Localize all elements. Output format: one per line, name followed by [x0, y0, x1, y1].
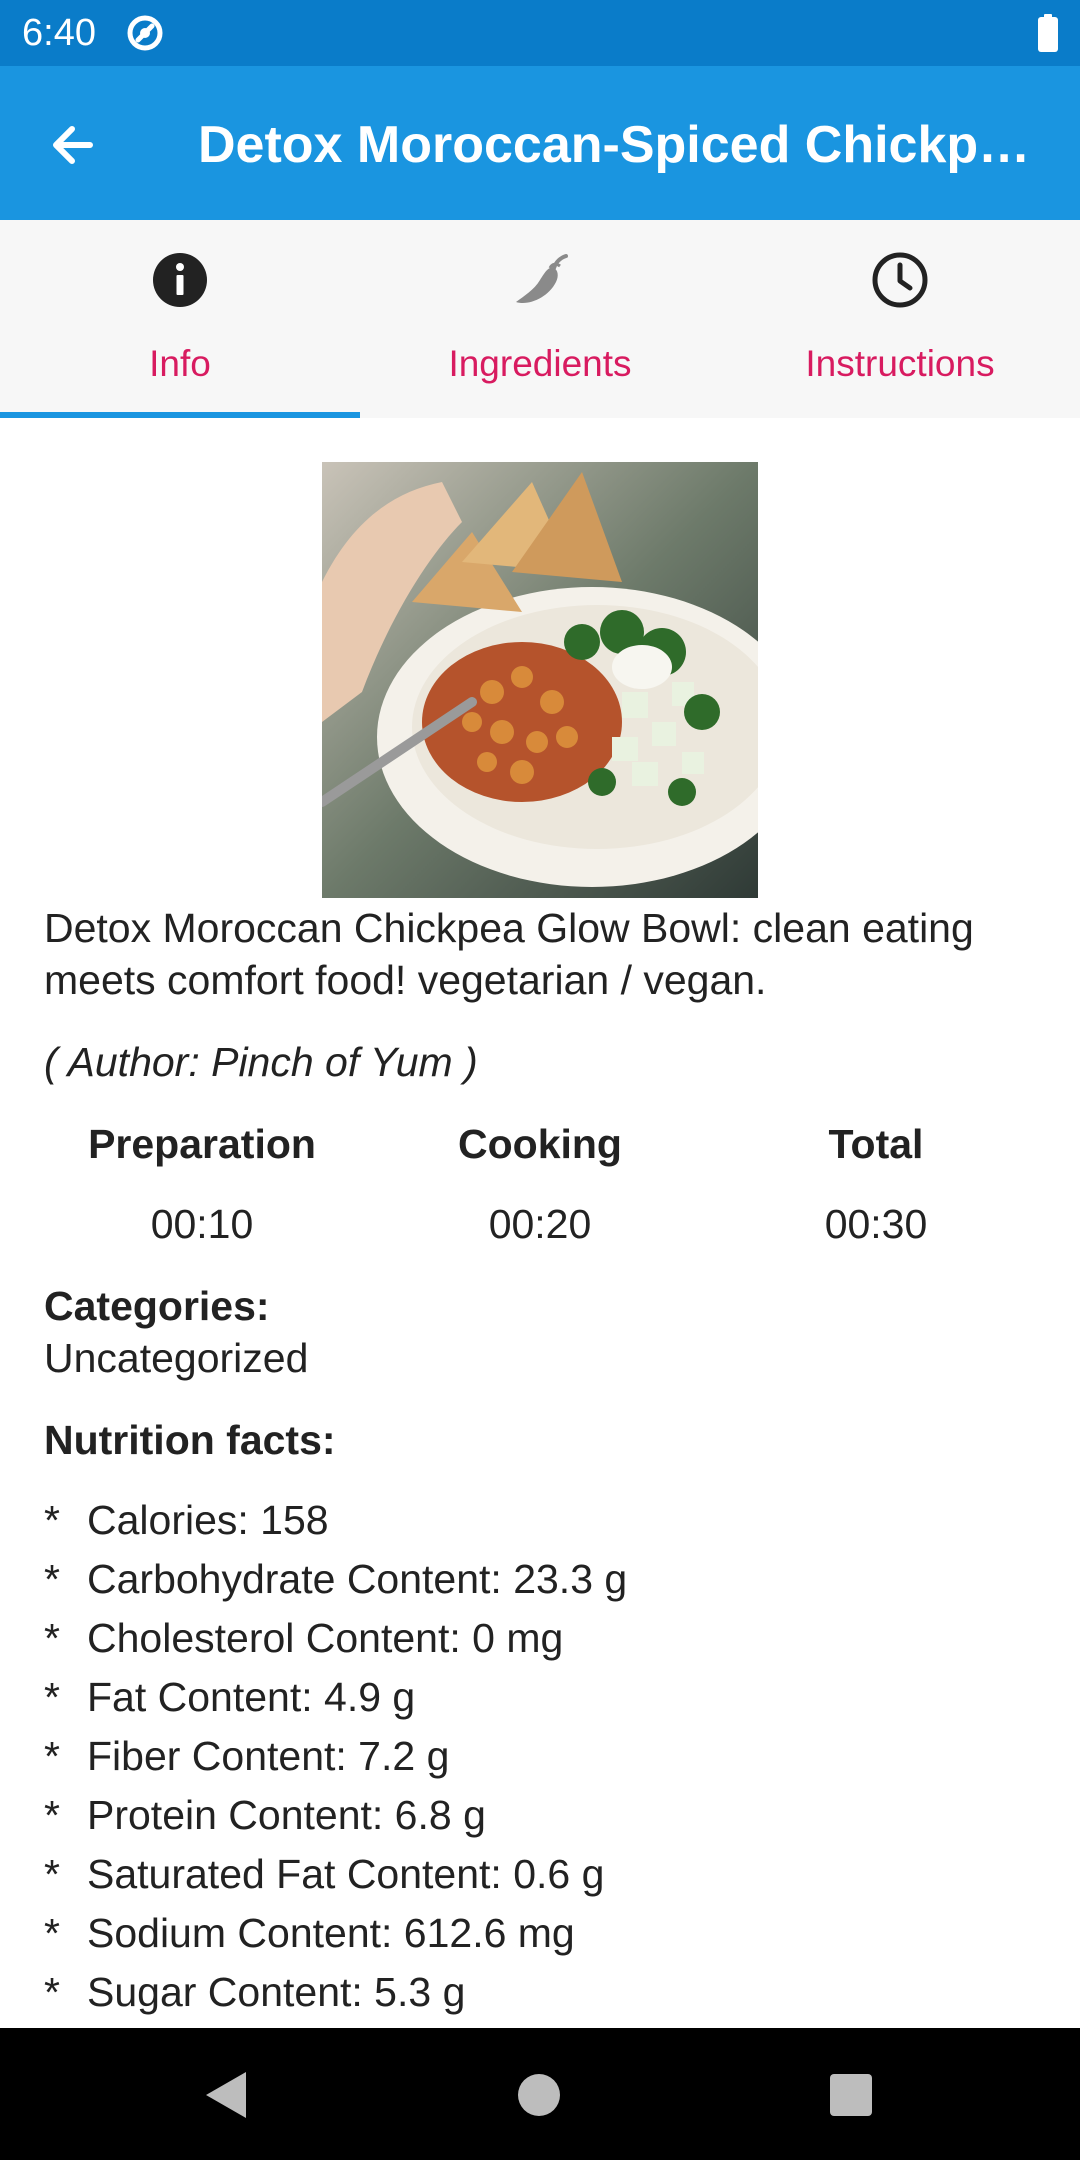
list-item: * Fiber Content: 7.2 g — [44, 1730, 1044, 1789]
time-cooking: Cooking 00:20 — [370, 1118, 710, 1250]
list-item: * Sodium Content: 612.6 mg — [44, 1907, 1044, 1966]
battery-icon — [1038, 14, 1058, 52]
arrow-back-icon[interactable] — [40, 110, 110, 180]
list-item: * Carbohydrate Content: 23.3 g — [44, 1553, 1044, 1612]
tab-ingredients-label: Ingredients — [448, 343, 632, 384]
nutrition-list: * Calories: 158 * Carbohydrate Content: 23… — [44, 1494, 1044, 2025]
nav-recents-icon[interactable] — [830, 2074, 872, 2116]
tab-indicator — [0, 412, 360, 418]
bullet: * — [44, 1556, 60, 1602]
recipe-author: ( Author: Pinch of Yum ) — [44, 1039, 478, 1085]
nutrition-text: Sugar Content: 5.3 g — [87, 1969, 466, 2015]
page-title: Detox Moroccan-Spiced Chickpea Glow Bowl — [198, 116, 1048, 174]
list-item: * Sugar Content: 5.3 g — [44, 1966, 1044, 2025]
list-item: * Saturated Fat Content: 0.6 g — [44, 1848, 1044, 1907]
time-total-label: Total — [828, 1121, 924, 1167]
app-bar: Detox Moroccan-Spiced Chickpea Glow Bowl — [0, 66, 1080, 220]
bullet: * — [44, 1615, 60, 1661]
bullet: * — [44, 1969, 60, 2015]
time-preparation-value: 00:10 — [150, 1201, 254, 1247]
list-item: * Protein Content: 6.8 g — [44, 1789, 1044, 1848]
nutrition-text: Fat Content: 4.9 g — [87, 1674, 416, 1720]
time-total-value: 00:30 — [824, 1201, 928, 1247]
info-icon — [153, 253, 207, 307]
tab-ingredients[interactable]: Ingredients — [360, 220, 720, 418]
nutrition-text: Protein Content: 6.8 g — [87, 1792, 486, 1838]
nav-home-icon[interactable] — [518, 2074, 560, 2116]
clock-icon — [872, 252, 928, 308]
tab-info-label: Info — [149, 343, 211, 384]
tab-bar: Info Ingredients Instructions — [0, 220, 1080, 418]
navigation-bar — [0, 2028, 1080, 2160]
nutrition-text: Saturated Fat Content: 0.6 g — [87, 1851, 605, 1897]
chili-pepper-icon — [516, 254, 568, 304]
nutrition-text: Sodium Content: 612.6 mg — [87, 1910, 575, 1956]
bullet: * — [44, 1910, 60, 1956]
time-cooking-value: 00:20 — [488, 1201, 592, 1247]
categories-label: Categories: — [44, 1283, 270, 1329]
tab-instructions[interactable]: Instructions — [720, 220, 1080, 418]
time-preparation: Preparation 00:10 — [32, 1118, 372, 1250]
bullet: * — [44, 1733, 60, 1779]
list-item: * Fat Content: 4.9 g — [44, 1671, 1044, 1730]
bullet: * — [44, 1497, 60, 1543]
nav-back-icon[interactable] — [204, 2070, 248, 2120]
tab-info[interactable]: Info — [0, 220, 360, 418]
status-time: 6:40 — [22, 12, 96, 54]
time-cooking-label: Cooking — [458, 1121, 622, 1167]
nutrition-text: Calories: 158 — [87, 1497, 329, 1543]
nutrition-label: Nutrition facts: — [44, 1417, 336, 1463]
bullet: * — [44, 1792, 60, 1838]
nutrition-text: Cholesterol Content: 0 mg — [87, 1615, 564, 1661]
categories-value: Uncategorized — [44, 1335, 309, 1381]
bullet: * — [44, 1851, 60, 1897]
recipe-image — [322, 462, 758, 898]
nutrition-text: Fiber Content: 7.2 g — [87, 1733, 450, 1779]
tab-instructions-label: Instructions — [805, 343, 995, 384]
time-preparation-label: Preparation — [88, 1121, 316, 1167]
list-item: * Calories: 158 — [44, 1494, 1044, 1553]
status-bar: 6:40 — [0, 0, 1080, 66]
nutrition-text: Carbohydrate Content: 23.3 g — [87, 1556, 628, 1602]
list-item: * Cholesterol Content: 0 mg — [44, 1612, 1044, 1671]
recipe-description: Detox Moroccan Chickpea Glow Bowl: clean… — [44, 905, 974, 1003]
time-total: Total 00:30 — [706, 1118, 1046, 1250]
vpn-icon — [127, 15, 163, 51]
bullet: * — [44, 1674, 60, 1720]
